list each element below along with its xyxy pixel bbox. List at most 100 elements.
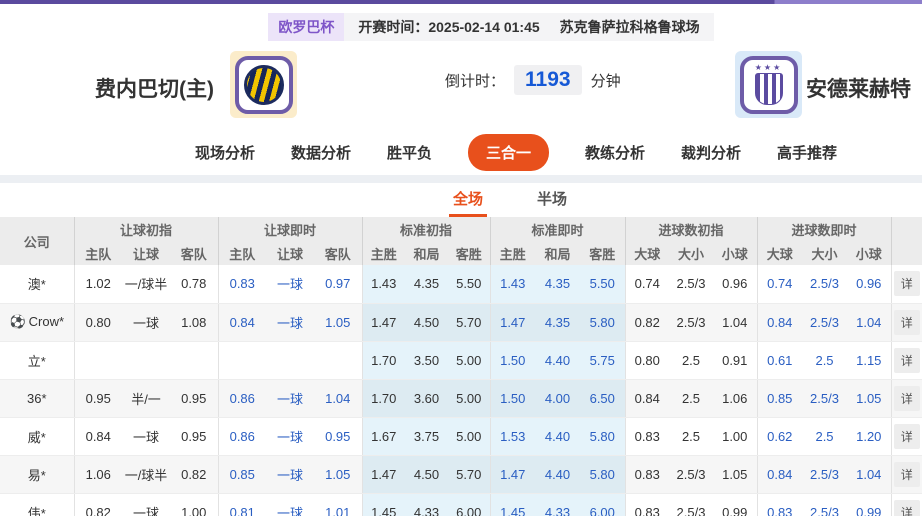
nav-tab-4[interactable]: 教练分析 (585, 142, 645, 163)
odds-cell: 1.05 (713, 455, 757, 493)
detail-button[interactable]: 详 (894, 500, 920, 516)
odds-cell: 1.47 (490, 303, 535, 341)
company-cell: 威* (0, 417, 74, 455)
odds-cell: 1.47 (362, 455, 405, 493)
odds-cell: 1.00 (170, 493, 218, 516)
odds-cell (314, 341, 362, 379)
company-header: 公司 (0, 217, 74, 265)
odds-cell: 0.95 (170, 417, 218, 455)
odds-cell: 2.5/3 (802, 303, 847, 341)
odds-cell: 1.20 (847, 417, 891, 455)
odds-cell: 0.96 (713, 265, 757, 303)
odds-cell: 0.96 (847, 265, 891, 303)
odds-cell: 1.70 (362, 341, 405, 379)
odds-cell: 1.43 (490, 265, 535, 303)
detail-button[interactable]: 详 (894, 310, 920, 335)
odds-cell: 1.43 (362, 265, 405, 303)
odds-cell: 2.5/3 (669, 455, 713, 493)
odds-cell: 1.50 (490, 379, 535, 417)
nav-tab-1[interactable]: 数据分析 (291, 142, 351, 163)
detail-cell: 详 (891, 379, 922, 417)
odds-cell: 5.50 (448, 265, 490, 303)
odds-cell: 4.00 (535, 379, 580, 417)
odds-cell: 1.47 (490, 455, 535, 493)
odds-cell: 0.85 (218, 455, 266, 493)
odds-cell: 1.53 (490, 417, 535, 455)
odds-cell: 0.95 (314, 417, 362, 455)
odds-cell: 1.04 (847, 455, 891, 493)
group-header: 进球数初指 (625, 217, 757, 241)
sub-header: 客队 (314, 241, 362, 265)
detail-cell: 详 (891, 493, 922, 516)
countdown-label: 倒计时： (445, 70, 505, 91)
detail-button[interactable]: 详 (894, 424, 920, 449)
odds-cell: 0.95 (170, 379, 218, 417)
detail-button[interactable]: 详 (894, 386, 920, 411)
nav-tab-2[interactable]: 胜平负 (387, 142, 432, 163)
odds-cell: 1.70 (362, 379, 405, 417)
countdown-value: 1193 (514, 65, 582, 95)
odds-cell: 0.80 (74, 303, 122, 341)
odds-cell: 0.99 (713, 493, 757, 516)
odds-cell: 1.47 (362, 303, 405, 341)
odds-cell: 一/球半 (122, 265, 170, 303)
odds-cell: 0.74 (625, 265, 669, 303)
odds-cell: 0.84 (757, 303, 802, 341)
odds-cell: 5.00 (448, 417, 490, 455)
detail-button[interactable]: 详 (894, 348, 920, 373)
odds-cell: 4.50 (405, 455, 448, 493)
odds-cell: 1.04 (314, 379, 362, 417)
odds-cell (74, 341, 122, 379)
subtab-1[interactable]: 半场 (533, 182, 571, 217)
odds-cell: 0.62 (757, 417, 802, 455)
detail-button[interactable]: 详 (894, 462, 920, 487)
sub-header: 主队 (74, 241, 122, 265)
odds-table-head: 公司让球初指让球即时标准初指标准即时进球数初指进球数即时主队让球客队主队让球客队… (0, 217, 922, 265)
away-logo-frame: ★★★ (740, 56, 798, 114)
company-cell: 易* (0, 455, 74, 493)
odds-cell: 0.84 (757, 455, 802, 493)
nav-tab-6[interactable]: 高手推荐 (777, 142, 837, 163)
odds-cell: 2.5/3 (669, 303, 713, 341)
odds-cell: 一球 (122, 493, 170, 516)
odds-cell: 2.5 (669, 379, 713, 417)
odds-cell: 1.50 (490, 341, 535, 379)
odds-cell: 5.50 (580, 265, 625, 303)
home-crest-icon (244, 65, 284, 105)
odds-row: 易*1.06一/球半0.820.85一球1.051.474.505.701.47… (0, 455, 922, 493)
odds-cell: 2.5/3 (669, 493, 713, 516)
countdown-unit: 分钟 (591, 70, 621, 91)
odds-cell: 6.00 (580, 493, 625, 516)
soccer-ball-icon: ⚽ (9, 314, 25, 329)
odds-cell: 5.00 (448, 341, 490, 379)
nav-tab-5[interactable]: 裁判分析 (681, 142, 741, 163)
odds-cell: 5.70 (448, 455, 490, 493)
odds-cell: 4.40 (535, 455, 580, 493)
nav-tab-0[interactable]: 现场分析 (195, 142, 255, 163)
subtab-0[interactable]: 全场 (449, 182, 487, 217)
odds-cell: 5.80 (580, 303, 625, 341)
odds-cell: 2.5 (802, 417, 847, 455)
odds-cell: 0.82 (625, 303, 669, 341)
odds-cell: 1.04 (847, 303, 891, 341)
odds-cell: 一球 (266, 417, 314, 455)
odds-cell: 1.06 (74, 455, 122, 493)
sub-header: 让球 (266, 241, 314, 265)
odds-cell: 6.00 (448, 493, 490, 516)
detail-button[interactable]: 详 (894, 271, 920, 296)
home-logo-frame (235, 56, 293, 114)
odds-cell: 5.70 (448, 303, 490, 341)
nav-tab-3[interactable]: 三合一 (468, 134, 549, 171)
group-header: 标准即时 (490, 217, 625, 241)
sub-header: 小球 (713, 241, 757, 265)
odds-row: 立*1.703.505.001.504.405.750.802.50.910.6… (0, 341, 922, 379)
sub-header: 和局 (405, 241, 448, 265)
odds-cell: 3.75 (405, 417, 448, 455)
countdown: 倒计时： 1193 分钟 (445, 65, 621, 95)
odds-cell: 0.74 (757, 265, 802, 303)
group-header: 标准初指 (362, 217, 490, 241)
company-cell: 36* (0, 379, 74, 417)
analysis-nav: 现场分析 数据分析 胜平负 三合一 教练分析 裁判分析 高手推荐 (55, 129, 922, 175)
odds-cell: 4.40 (535, 417, 580, 455)
match-header: 费内巴切(主) 倒计时： 1193 分钟 ★★★ 安德莱赫特 (0, 41, 922, 129)
